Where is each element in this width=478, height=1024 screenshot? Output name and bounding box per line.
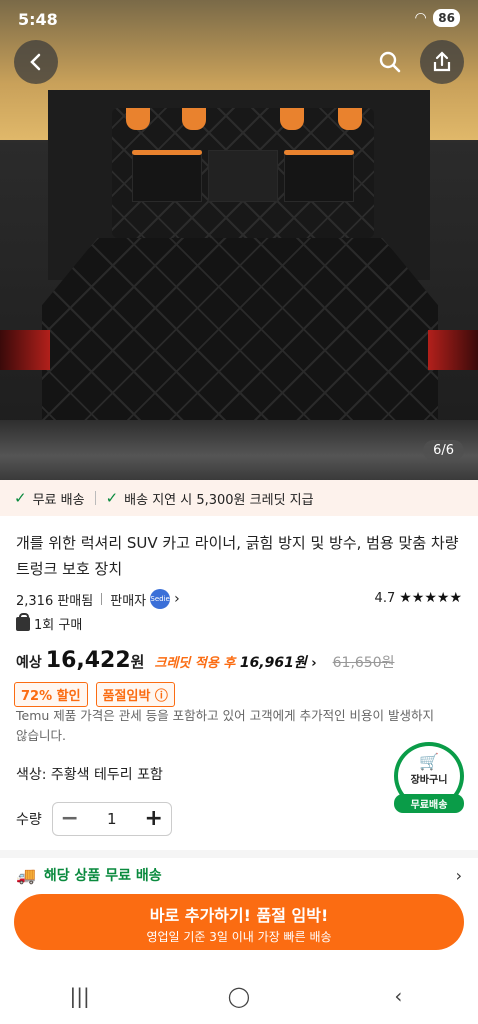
almost-sold-out-tag[interactable]: 품절임박 ⓘ <box>95 682 175 707</box>
divider <box>94 491 96 505</box>
increase-button[interactable]: + <box>137 803 171 835</box>
divider <box>101 593 103 605</box>
free-shipping-text: 무료 배송 <box>32 492 85 508</box>
chevron-right-icon: › <box>311 656 317 671</box>
back-button[interactable] <box>14 40 58 84</box>
free-shipping-row[interactable]: 🚚 해당 상품 무료 배송 › <box>16 862 462 888</box>
decrease-button[interactable]: − <box>53 803 87 835</box>
shipping-benefits-strip[interactable]: ✓ 무료 배송 ✓ 배송 지연 시 5,300원 크레딧 지급 <box>0 480 478 516</box>
orange-strap <box>182 108 206 130</box>
price-unit: 원 <box>130 653 145 671</box>
price-note: Temu 제품 가격은 관세 등을 포함하고 있어 고객에게 추가적인 비용이 … <box>16 708 435 743</box>
cart-icon: 🛒 <box>419 752 439 771</box>
free-shipping-label: 해당 상품 무료 배송 <box>43 868 162 884</box>
bought-count: 1회 구매 <box>34 618 83 633</box>
seller-label: 판매자 <box>110 593 147 609</box>
rating-value: 4.7 <box>374 590 396 606</box>
add-to-cart-float-button[interactable]: 🛒 장바구니 무료배송 <box>394 742 464 813</box>
check-icon: ✓ <box>105 489 119 507</box>
orange-strap <box>280 108 304 130</box>
cargo-floor-liner <box>42 238 438 448</box>
status-time: 5:48 <box>18 10 58 29</box>
quantity-label: 수량 <box>16 812 42 828</box>
share-icon <box>433 51 451 72</box>
taillight-right <box>428 330 478 370</box>
truck-icon: 🚚 <box>16 865 36 885</box>
section-divider <box>0 850 478 858</box>
recent-apps-icon[interactable]: ||| <box>50 984 110 1008</box>
color-option[interactable]: 색상: 주황색 테두리 포함 <box>16 764 163 784</box>
search-icon <box>379 51 401 73</box>
back-nav-icon[interactable]: ‹ <box>368 984 428 1008</box>
share-button[interactable] <box>420 40 464 84</box>
cart-label: 장바구니 <box>410 775 448 786</box>
orange-strap <box>126 108 150 130</box>
sold-count: 2,316 판매됨 <box>16 593 94 609</box>
home-icon[interactable]: ◯ <box>209 984 269 1008</box>
system-nav-bar: ||| ◯ ‹ <box>0 968 478 1024</box>
storage-pocket <box>208 150 278 202</box>
seller-link[interactable]: 판매자 Sedie › <box>110 589 180 609</box>
quantity-row: 수량 − 1 + <box>16 802 172 836</box>
price-row[interactable]: 예상 16,422 원 크레딧 적용 후 16,961원 › 61,650원 <box>16 648 462 678</box>
credit-price: 크레딧 적용 후 16,961원 › <box>154 652 316 672</box>
promo-tags: 72% 할인 품절임박 ⓘ <box>14 682 175 707</box>
bumper <box>0 420 478 480</box>
cta-main-text: 바로 추가하기! 품절 임박! <box>149 906 329 925</box>
storage-pocket <box>284 150 354 202</box>
storage-pocket <box>132 150 202 202</box>
cart-free-shipping-badge: 무료배송 <box>394 794 464 813</box>
pocket-trim <box>132 150 202 155</box>
orange-strap <box>338 108 362 130</box>
taillight-left <box>0 330 50 370</box>
status-bar: 5:48 ◠ 86 <box>0 0 478 40</box>
credit-label: 크레딧 적용 후 <box>154 656 236 671</box>
shopping-bag-icon <box>16 612 30 631</box>
delay-credit-text: 배송 지연 시 5,300원 크레딧 지급 <box>124 492 314 508</box>
seller-avatar: Sedie <box>150 589 171 609</box>
original-price: 61,650원 <box>332 655 395 671</box>
search-button[interactable] <box>368 40 412 84</box>
wifi-icon: ◠ <box>415 10 426 26</box>
pocket-trim <box>284 150 354 155</box>
quantity-value[interactable]: 1 <box>87 810 137 828</box>
image-counter: 6/6 <box>423 440 464 461</box>
add-now-button[interactable]: 바로 추가하기! 품절 임박! 영업일 기준 3일 이내 가장 빠른 배송 <box>14 894 464 950</box>
cta-sub-text: 영업일 기준 3일 이내 가장 빠른 배송 <box>146 930 332 944</box>
purchase-history: 1회 구매 <box>16 612 83 633</box>
chevron-left-icon <box>30 53 41 71</box>
chevron-right-icon: › <box>455 865 462 885</box>
discount-tag: 72% 할인 <box>14 682 88 707</box>
price-prefix: 예상 <box>16 655 42 671</box>
rating[interactable]: 4.7 ★★★★★ <box>375 590 462 606</box>
quantity-stepper: − 1 + <box>51 802 172 836</box>
estimated-price: 16,422 <box>45 648 131 673</box>
chevron-right-icon: › <box>174 591 180 607</box>
credit-amount: 16,961원 <box>239 655 307 671</box>
battery-indicator: 86 <box>433 9 460 27</box>
product-title: 개를 위한 럭셔리 SUV 카고 라이너, 긁힘 방지 및 방수, 범용 맞춤 … <box>16 534 459 578</box>
check-icon: ✓ <box>14 489 27 507</box>
star-rating-icon: ★★★★★ <box>399 590 462 606</box>
